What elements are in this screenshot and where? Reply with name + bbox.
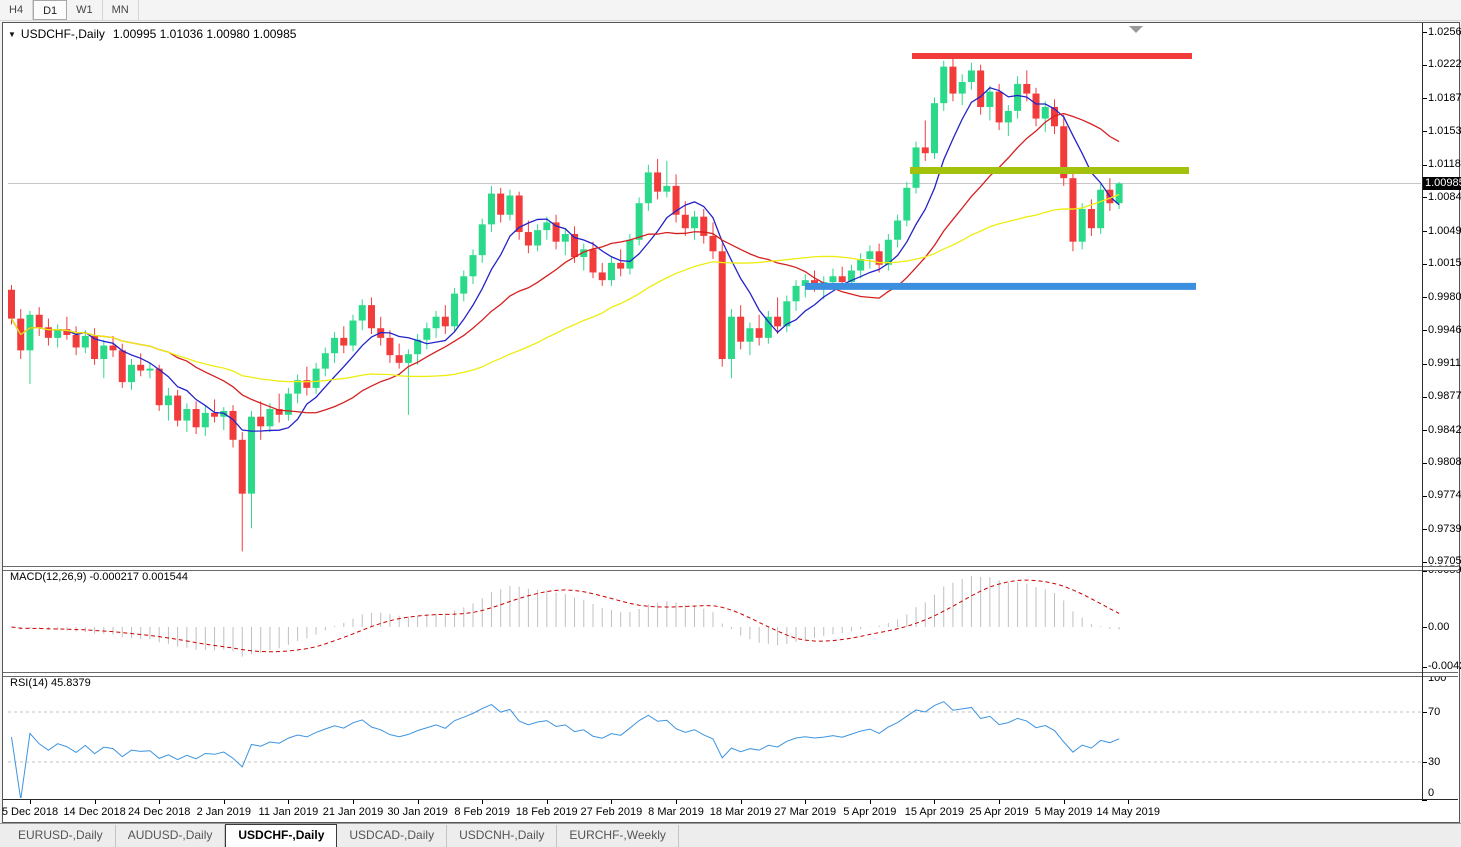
date-axis-label: 18 Feb 2019 xyxy=(515,806,578,818)
price-axis-label: 1.01870 xyxy=(1428,91,1461,104)
rsi-axis-label: 0 xyxy=(1428,786,1435,799)
date-axis-label: 8 Feb 2019 xyxy=(454,806,511,818)
price-axis-label: 0.99800 xyxy=(1428,290,1461,303)
panel-splitter-rsi[interactable] xyxy=(3,672,1458,677)
price-axis-label: 1.00490 xyxy=(1428,224,1461,237)
macd-panel[interactable] xyxy=(11,576,1120,657)
price-axis-label: 1.01530 xyxy=(1428,124,1461,137)
rsi-panel[interactable] xyxy=(8,701,1421,800)
chart-tab-usdcad-daily[interactable]: USDCAD-,Daily xyxy=(337,825,448,847)
date-axis-label: 15 Apr 2019 xyxy=(904,806,965,818)
chart-ohlc-values: 1.00995 1.01036 1.00980 1.00985 xyxy=(112,27,297,41)
price-axis-label: 1.01180 xyxy=(1428,158,1461,171)
chart-menu-icon[interactable]: ▼ xyxy=(8,30,16,39)
date-axis-label: 30 Jan 2019 xyxy=(387,806,448,818)
macd-axis-label: 0.00 xyxy=(1428,620,1450,633)
chart-symbol-period: USDCHF-,Daily xyxy=(20,27,105,41)
date-axis-label: 21 Jan 2019 xyxy=(322,806,384,818)
chart-tab-eurusd-daily[interactable]: EURUSD-,Daily xyxy=(6,825,116,847)
rsi-line xyxy=(11,701,1120,798)
date-axis-label: 8 Mar 2019 xyxy=(648,806,704,818)
price-axis-label: 0.99110 xyxy=(1428,357,1461,370)
date-axis-label: 5 Apr 2019 xyxy=(843,806,897,818)
candles-layer xyxy=(8,57,1123,552)
date-axis-label: 2 Jan 2019 xyxy=(196,806,252,818)
price-axis-label: 0.98420 xyxy=(1428,423,1461,436)
date-axis-label: 18 Mar 2019 xyxy=(709,806,772,818)
moving-average-18 xyxy=(10,112,1120,414)
mt4-application: H4 D1 W1 MN ▼ USDCHF-,Daily 1.00995 1.01036 1… xyxy=(0,0,1461,847)
chart-tab-usdchf-daily[interactable]: USDCHF-,Daily xyxy=(225,824,338,847)
date-axis-label: 24 Dec 2018 xyxy=(127,806,191,818)
chart-tab-audusd-daily[interactable]: AUDUSD-,Daily xyxy=(116,825,226,847)
main-price-panel[interactable] xyxy=(8,53,1421,552)
date-axis-label: 5 May 2019 xyxy=(1034,806,1093,818)
price-axis-label: 1.00840 xyxy=(1428,190,1461,203)
rsi-axis-label: 70 xyxy=(1428,705,1441,718)
price-axis-border xyxy=(1422,23,1423,800)
chart-tab-usdcnh-daily[interactable]: USDCNH-,Daily xyxy=(447,825,558,847)
current-price-tag: 1.00985 xyxy=(1423,176,1461,190)
chart-tab-bar: EURUSD-,Daily AUDUSD-,Daily USDCHF-,Daily U… xyxy=(0,823,1461,847)
date-axis-label: 25 Apr 2019 xyxy=(969,806,1029,818)
price-axis-label: 0.98080 xyxy=(1428,456,1461,469)
date-axis-label: 11 Jan 2019 xyxy=(258,806,319,818)
chart-canvas[interactable] xyxy=(0,0,1461,846)
chart-tab-eurchf-weekly[interactable]: EURCHF-,Weekly xyxy=(557,825,679,847)
rsi-indicator-label: RSI(14) 45.8379 xyxy=(10,677,91,689)
rsi-axis-label: 30 xyxy=(1428,755,1441,768)
moving-average-7 xyxy=(10,87,1120,432)
date-axis-border xyxy=(3,799,1458,800)
price-axis-label: 0.97740 xyxy=(1428,489,1461,502)
date-axis-label: 27 Feb 2019 xyxy=(580,806,643,818)
price-axis-label: 1.00150 xyxy=(1428,257,1461,270)
date-axis-label: 27 Mar 2019 xyxy=(774,806,837,818)
macd-indicator-label: MACD(12,26,9) -0.000217 0.001544 xyxy=(10,571,188,583)
price-axis-label: 1.02560 xyxy=(1428,25,1461,38)
date-axis-label: 5 Dec 2018 xyxy=(1,806,59,818)
macd-axis-label: -0.00424 xyxy=(1428,660,1461,673)
date-axis-label: 14 Dec 2018 xyxy=(63,806,126,818)
price-axis-label: 0.98770 xyxy=(1428,390,1461,403)
date-axis-label: 14 May 2019 xyxy=(1096,806,1160,818)
price-axis-label: 1.02220 xyxy=(1428,58,1461,71)
chart-shift-marker-icon[interactable] xyxy=(1129,26,1143,33)
price-axis-label: 0.99460 xyxy=(1428,323,1461,336)
price-axis-label: 0.97390 xyxy=(1428,522,1461,535)
chart-caption: ▼ USDCHF-,Daily 1.00995 1.01036 1.00980 1.… xyxy=(8,27,296,41)
panel-splitter-macd[interactable] xyxy=(3,566,1458,571)
